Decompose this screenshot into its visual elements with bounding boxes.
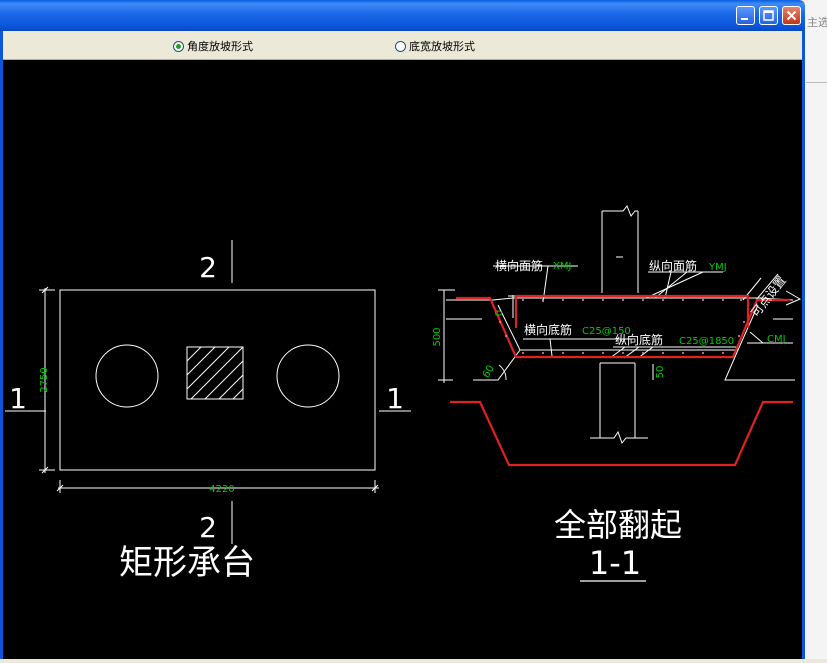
section-mark-2-top: 2 bbox=[199, 251, 217, 284]
label-top-transverse: 横向面筋 bbox=[495, 258, 543, 273]
radio-width-slope-circle[interactable] bbox=[395, 40, 406, 52]
label-bottom-transverse: 横向底筋 bbox=[524, 322, 572, 337]
pile-right bbox=[276, 344, 340, 408]
cad-drawing: 2 2 1 1 2750 4220 矩形承台 横向面筋 XMJ 纵向面筋 YMJ… bbox=[5, 205, 802, 583]
rebar-spread bbox=[450, 400, 793, 467]
maximize-icon bbox=[763, 10, 774, 21]
window-titlebar[interactable] bbox=[0, 0, 805, 31]
slope-base-right bbox=[724, 349, 795, 381]
column-section-top bbox=[601, 205, 639, 293]
radio-angle-slope[interactable]: 角度放坡形式 bbox=[173, 38, 253, 54]
dim-angle-text: 60 bbox=[481, 363, 497, 380]
slope-base-left bbox=[473, 349, 521, 381]
minimize-button[interactable] bbox=[736, 6, 755, 25]
plan-title: 矩形承台 bbox=[119, 543, 255, 583]
radio-angle-slope-label: 角度放坡形式 bbox=[187, 40, 253, 53]
radio-width-slope-label: 底宽放坡形式 bbox=[409, 40, 475, 53]
pile-break bbox=[590, 430, 648, 445]
dim-cover-text: 0 bbox=[494, 310, 505, 316]
dim-depth-text: 500 bbox=[432, 327, 443, 346]
slope-mode-toolbar: 角度放坡形式 底宽放坡形式 bbox=[3, 31, 802, 60]
dim-text-width: 4220 bbox=[209, 484, 234, 495]
label-bottom-longitudinal-code: C25@1850 bbox=[679, 336, 734, 347]
label-side-code: CMJ bbox=[767, 334, 786, 345]
section-title: 全部翻起 bbox=[554, 506, 682, 544]
drawing-canvas[interactable]: 2 2 1 1 2750 4220 矩形承台 横向面筋 XMJ 纵向面筋 YMJ… bbox=[3, 60, 802, 659]
label-top-longitudinal-code: YMJ bbox=[708, 262, 727, 273]
minimize-icon bbox=[741, 18, 748, 20]
section-mark-1-right: 1 bbox=[386, 382, 404, 415]
dim-text-height: 2750 bbox=[39, 367, 50, 392]
pile-section bbox=[599, 362, 636, 438]
label-top-longitudinal: 纵向面筋 bbox=[649, 258, 697, 273]
cap-plan-outline bbox=[59, 289, 376, 471]
section-mark-2-bottom: 2 bbox=[199, 511, 217, 544]
dim-bottom-text: 50 bbox=[655, 366, 666, 379]
section-mark-1-left: 1 bbox=[9, 382, 27, 415]
background-application bbox=[805, 0, 827, 659]
section-subtitle: 1-1 bbox=[589, 544, 641, 582]
background-app-divider bbox=[806, 82, 827, 83]
slope-arrow bbox=[785, 290, 802, 306]
label-top-transverse-code: XMJ bbox=[553, 261, 571, 272]
radio-angle-slope-circle[interactable] bbox=[173, 40, 184, 52]
radio-selected-dot bbox=[176, 43, 181, 49]
close-icon bbox=[786, 10, 797, 21]
radio-width-slope[interactable]: 底宽放坡形式 bbox=[395, 38, 475, 54]
label-bottom-longitudinal: 纵向底筋 bbox=[615, 332, 663, 347]
background-app-text: 主选 bbox=[807, 16, 827, 29]
maximize-button[interactable] bbox=[759, 6, 778, 25]
column-hatch bbox=[186, 346, 244, 400]
close-button[interactable] bbox=[782, 6, 801, 25]
label-slope-setting: 可点设置 bbox=[748, 273, 789, 319]
pile-left bbox=[95, 344, 159, 408]
